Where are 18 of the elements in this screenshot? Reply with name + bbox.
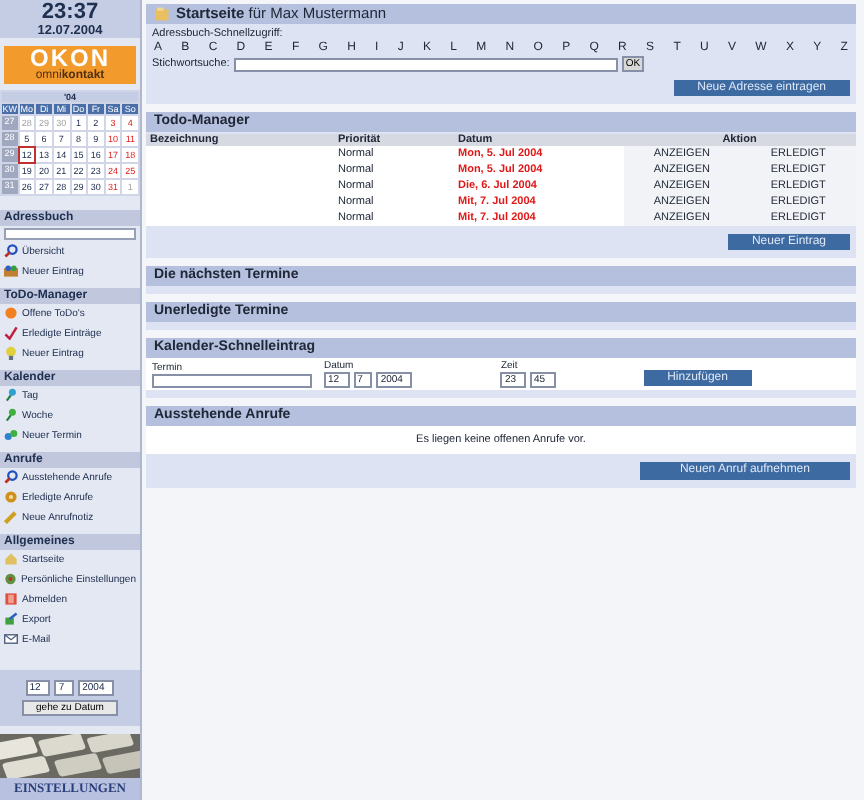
folder-icon: [154, 6, 170, 22]
door-icon: [4, 592, 18, 607]
search-field[interactable]: [233, 57, 618, 71]
magnifier-icon: [4, 470, 18, 485]
check-icon: [4, 326, 18, 341]
envelope-icon: [4, 632, 18, 647]
pin-icon: [4, 408, 18, 423]
pin-icon: [4, 388, 18, 403]
pins-icon: [4, 428, 18, 443]
magnifier-icon: [4, 244, 18, 259]
house-icon: [4, 552, 18, 567]
export-icon: [4, 612, 18, 627]
clock-time: 23:37: [41, 0, 99, 24]
appointment-field[interactable]: [152, 374, 312, 388]
circle-icon: [4, 306, 18, 321]
pencil-icon: [4, 510, 18, 525]
search-field[interactable]: [4, 228, 136, 240]
bulb-icon: [4, 346, 18, 361]
